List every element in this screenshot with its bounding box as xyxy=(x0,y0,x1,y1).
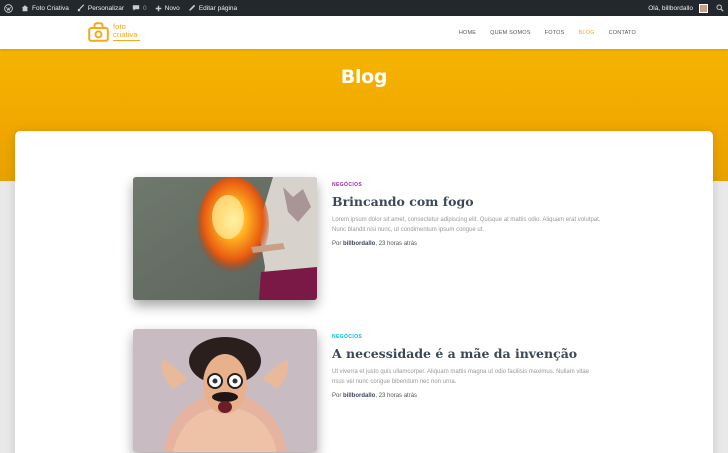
post-excerpt: Lorem ipsum dolor sit amet, consectetur … xyxy=(332,217,601,233)
site-logo[interactable]: foto criativa xyxy=(88,22,140,42)
post-author[interactable]: billbordallo xyxy=(343,241,375,247)
logo-underline xyxy=(113,40,140,41)
post-thumbnail-funny-man[interactable] xyxy=(133,329,317,452)
user-menu[interactable]: Olá, billbordallo xyxy=(644,0,712,16)
post-category[interactable]: NEGÓCIOS xyxy=(332,334,602,340)
site-name-menu[interactable]: Foto Criativa xyxy=(17,0,73,16)
post-excerpt: Ut viverra et justo quis ullamcorper. Al… xyxy=(332,369,590,385)
post-item: NEGÓCIOS Brincando com fogo Lorem ipsum … xyxy=(15,177,713,302)
post-body: NEGÓCIOS A necessidade é a mãe da invenç… xyxy=(332,334,602,399)
comments-count: 0 xyxy=(143,4,147,12)
customize-label: Personalizar xyxy=(87,4,124,12)
author-prefix: Por xyxy=(332,241,342,247)
post-title[interactable]: Brincando com fogo xyxy=(332,194,602,210)
pencil-icon xyxy=(189,4,196,11)
customize-menu[interactable]: Personalizar xyxy=(73,0,128,16)
brush-icon xyxy=(77,4,85,12)
page-title: Blog xyxy=(340,66,388,88)
search-icon xyxy=(716,4,724,12)
post-item: NEGÓCIOS A necessidade é a mãe da invenç… xyxy=(15,329,713,453)
post-author[interactable]: billbordallo xyxy=(343,393,375,399)
post-meta: Por billbordallo, 23 horas atrás xyxy=(332,393,602,399)
main-nav: HOME QUEM SOMOS FOTOS BLOG CONTATO xyxy=(459,16,636,49)
site-header: foto criativa HOME QUEM SOMOS FOTOS BLOG… xyxy=(0,16,728,49)
nav-blog[interactable]: BLOG xyxy=(579,30,595,36)
site-name-label: Foto Criativa xyxy=(32,4,69,12)
home-icon xyxy=(21,5,29,12)
author-prefix: Por xyxy=(332,393,342,399)
edit-page-menu[interactable]: Editar página xyxy=(184,0,241,16)
wordpress-logo-icon[interactable] xyxy=(0,0,17,16)
post-meta: Por billbordallo, 23 horas atrás xyxy=(332,241,602,247)
user-greeting: Olá, billbordallo xyxy=(648,4,693,12)
edit-page-label: Editar página xyxy=(198,4,238,12)
comment-icon xyxy=(132,5,140,11)
new-content-menu[interactable]: Novo xyxy=(151,0,184,16)
post-title[interactable]: A necessidade é a mãe da invenção xyxy=(332,346,602,362)
post-time: , 23 horas atrás xyxy=(375,393,418,399)
nav-fotos[interactable]: FOTOS xyxy=(545,30,565,36)
post-thumbnail-fire[interactable] xyxy=(133,177,317,300)
admin-bar: Foto Criativa Personalizar 0 Novo Editar… xyxy=(0,0,728,16)
post-category[interactable]: NEGÓCIOS xyxy=(332,182,602,188)
new-label: Novo xyxy=(164,4,180,12)
search-toggle[interactable] xyxy=(712,0,728,16)
camera-bag-icon xyxy=(88,22,109,42)
comments-menu[interactable]: 0 xyxy=(128,0,151,16)
plus-icon xyxy=(155,5,161,11)
nav-contato[interactable]: CONTATO xyxy=(609,30,636,36)
nav-home[interactable]: HOME xyxy=(459,30,476,36)
blog-card: NEGÓCIOS Brincando com fogo Lorem ipsum … xyxy=(15,131,713,453)
logo-text-criativa: criativa xyxy=(113,29,138,39)
avatar xyxy=(699,3,708,13)
nav-quem-somos[interactable]: QUEM SOMOS xyxy=(490,30,531,36)
post-body: NEGÓCIOS Brincando com fogo Lorem ipsum … xyxy=(332,182,602,247)
post-time: , 23 horas atrás xyxy=(375,241,418,247)
